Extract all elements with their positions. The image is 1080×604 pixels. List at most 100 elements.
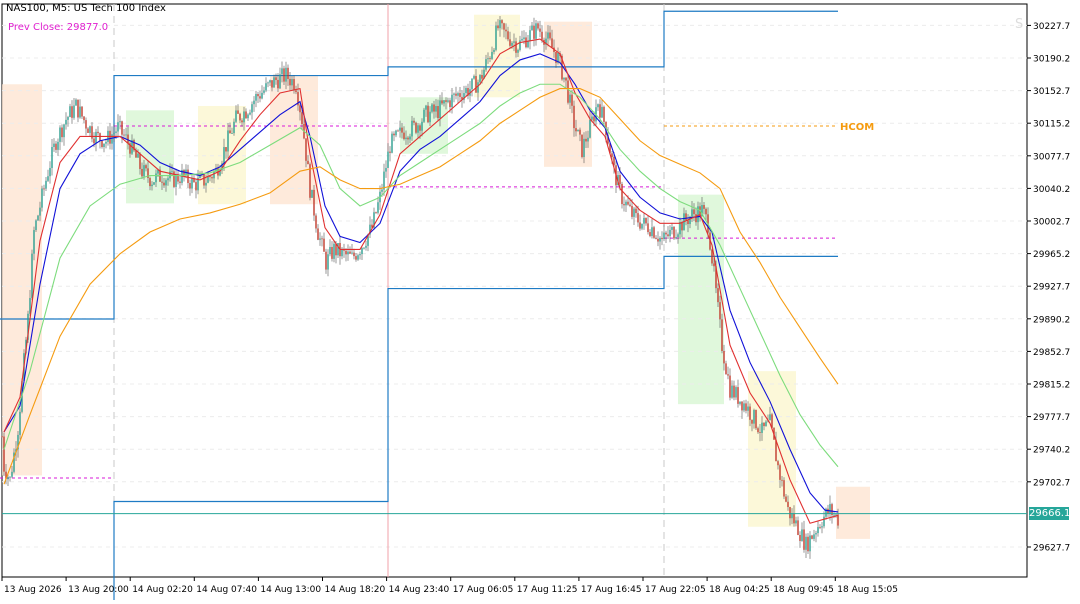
candle-body (73, 105, 75, 118)
candle-body (123, 134, 125, 136)
candle-body (205, 182, 207, 186)
candle-body (537, 23, 539, 29)
candle-body (325, 251, 327, 270)
candle-body (399, 127, 401, 131)
candle-body (437, 106, 439, 119)
candle-body (471, 78, 473, 90)
candle-body (481, 75, 483, 79)
candle-body (813, 534, 815, 539)
candle-body (631, 205, 633, 217)
candle-body (375, 212, 377, 214)
chart-title: NAS100, M5: US Tech 100 Index (6, 3, 166, 14)
candle-body (601, 106, 603, 118)
candle-body (287, 67, 289, 79)
candle-body (505, 29, 507, 32)
candle-body (269, 80, 271, 83)
candle-body (663, 232, 665, 240)
candle-body (517, 49, 519, 53)
x-tick-label-1: 13 Aug 20:00 (68, 585, 129, 595)
candle-body (511, 42, 513, 46)
candle-body (333, 243, 335, 259)
candle-body (621, 183, 623, 205)
candle-body (443, 100, 445, 104)
candle-body (43, 188, 45, 190)
candle-body (745, 403, 747, 411)
candle-body (295, 90, 297, 93)
candle-body (711, 249, 713, 264)
candle-body (363, 247, 365, 249)
candle-body (227, 130, 229, 152)
candle-body (425, 105, 427, 110)
candle-body (155, 173, 157, 183)
candle-body (465, 87, 467, 94)
candle-body (195, 182, 197, 191)
y-tick-label-3: 30115.2 (1033, 120, 1070, 130)
corner-watermark: S (1015, 17, 1023, 32)
candle-body (747, 406, 749, 411)
candle-body (383, 171, 385, 190)
candle-body (417, 125, 419, 133)
x-tick-label-9: 17 Aug 16:45 (581, 585, 642, 595)
candle-body (691, 209, 693, 217)
candle-body (267, 82, 269, 84)
candle-body (741, 401, 743, 411)
x-tick-label-10: 17 Aug 22:05 (645, 585, 706, 595)
y-tick-label-15: 29627.7 (1033, 544, 1070, 554)
candle-body (657, 238, 659, 242)
candle-body (535, 23, 537, 39)
candle-body (279, 74, 281, 89)
candle-body (331, 246, 333, 259)
candle-body (355, 256, 357, 260)
y-tick-label-13: 29740.2 (1033, 446, 1070, 456)
candle-body (395, 130, 397, 136)
candle-body (165, 180, 167, 186)
candle-body (285, 67, 287, 82)
candle-body (495, 25, 497, 50)
candle-body (667, 234, 669, 237)
candle-body (11, 471, 13, 477)
candle-body (565, 77, 567, 81)
candle-body (779, 465, 781, 480)
candle-body (577, 129, 579, 132)
candle-body (789, 507, 791, 519)
candle-body (583, 138, 585, 158)
candle-body (245, 111, 247, 119)
candle-body (633, 208, 635, 217)
y-tick-label-7: 29965.2 (1033, 250, 1070, 260)
candle-body (723, 350, 725, 364)
candle-body (579, 129, 581, 135)
candle-body (793, 513, 795, 524)
candle-body (31, 253, 33, 299)
candle-body (647, 223, 649, 233)
candle-body (293, 79, 295, 91)
candle-body (381, 189, 383, 192)
candle-body (351, 252, 353, 254)
candle-body (655, 237, 657, 239)
candle-body (153, 182, 155, 185)
candle-body (33, 230, 35, 254)
y-tick-label-1: 30190.2 (1033, 55, 1070, 65)
candle-body (523, 37, 525, 39)
candle-body (753, 409, 755, 424)
candle-body (95, 131, 97, 144)
candle-body (627, 201, 629, 205)
candle-body (35, 220, 37, 231)
y-tick-label-2: 30152.7 (1033, 87, 1070, 97)
x-tick-label-5: 14 Aug 18:20 (325, 585, 386, 595)
candle-body (661, 237, 663, 240)
y-tick-label-14: 29702.7 (1033, 478, 1070, 488)
candle-body (571, 94, 573, 106)
candle-body (685, 213, 687, 221)
y-tick-label-5: 30040.2 (1033, 185, 1070, 195)
candle-body (619, 175, 621, 184)
candle-body (319, 238, 321, 240)
candle-body (713, 263, 715, 267)
candle-body (365, 245, 367, 248)
candle-body (161, 181, 163, 183)
candle-body (407, 137, 409, 140)
candle-body (211, 177, 213, 179)
candle-body (531, 25, 533, 31)
candle-body (77, 99, 79, 118)
x-tick-label-8: 17 Aug 11:25 (517, 585, 578, 595)
candle-body (237, 110, 239, 114)
